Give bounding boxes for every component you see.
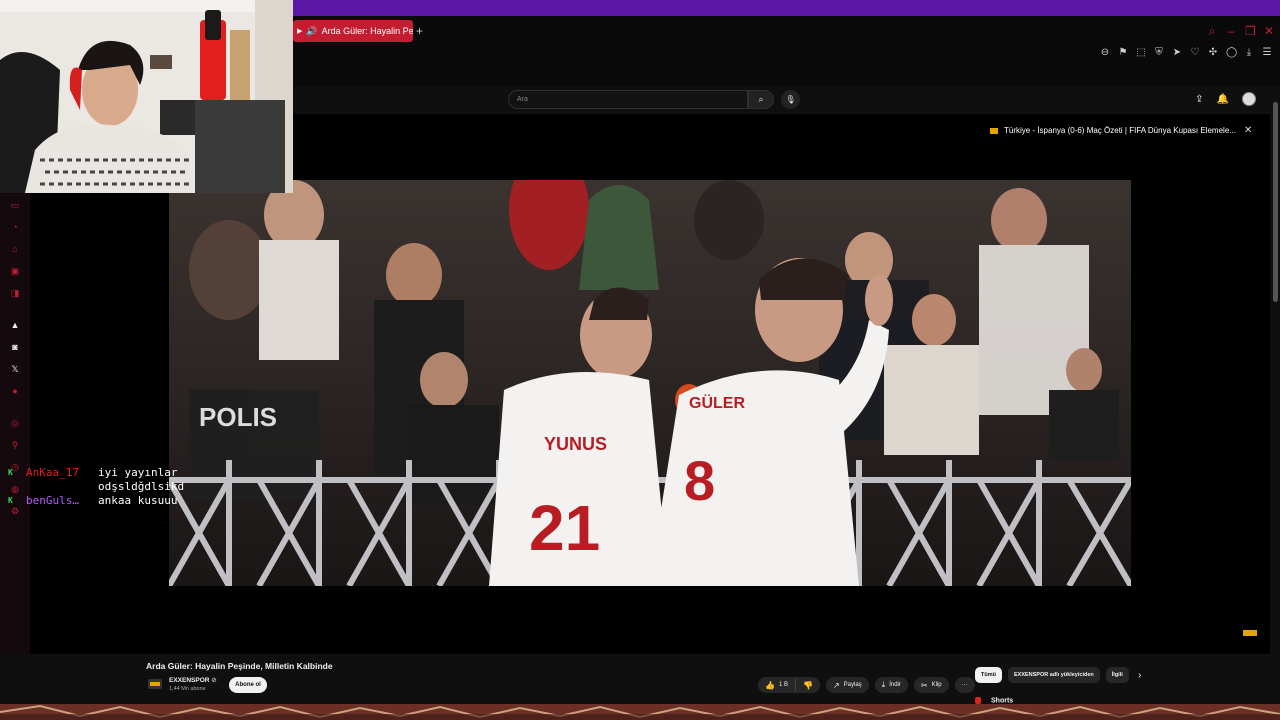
heart-icon[interactable]: ♡: [1190, 47, 1200, 61]
new-tab-button[interactable]: +: [416, 24, 423, 38]
subscriber-count: 1,44 Mn abone: [169, 686, 206, 692]
gx-corner-icon[interactable]: ◔: [9, 221, 21, 233]
thumbs-up-icon: 👍: [765, 680, 775, 690]
download-icon: ⤓: [881, 680, 886, 689]
pin-icon[interactable]: ⚲: [9, 439, 21, 451]
thumbs-down-icon: 👎: [802, 680, 813, 690]
music-icon[interactable]: ●: [9, 385, 21, 397]
webcam-scene: [0, 0, 293, 193]
channel-avatar[interactable]: [148, 679, 162, 689]
minimize-icon[interactable]: –: [1226, 24, 1236, 39]
like-dislike-group: 👍 1 B 👎: [758, 677, 820, 693]
chat-message: K AnKaa_17 iyi yayınlar: [8, 466, 184, 480]
player-icon[interactable]: ◎: [9, 417, 21, 429]
page-scrollbar[interactable]: [1272, 92, 1278, 702]
verified-icon: ⊘: [211, 677, 217, 684]
send-icon[interactable]: ➤: [1172, 47, 1182, 61]
restore-icon[interactable]: ❐: [1245, 24, 1256, 39]
svg-text:8: 8: [684, 449, 715, 512]
upload-icon[interactable]: ⇪: [1195, 94, 1203, 105]
store-icon[interactable]: ◨: [9, 287, 21, 299]
tab-youtube[interactable]: ▶ 🔊 Arda Güler: Hayalin Pe: [293, 20, 413, 42]
download-icon[interactable]: ⤓: [1244, 47, 1254, 61]
chat-text: ankaa kusuuu: [98, 494, 178, 507]
notifications-icon[interactable]: 🔔: [1217, 94, 1229, 105]
channel-name[interactable]: EXXENSPOR ⊘: [169, 676, 217, 684]
twitch-icon[interactable]: ▣: [9, 265, 21, 277]
search-icon[interactable]: ⌕: [748, 90, 774, 109]
svg-text:21: 21: [529, 492, 600, 564]
like-button[interactable]: 👍 1 B: [758, 679, 796, 691]
rug-pattern: [0, 704, 1280, 720]
shorts-icon: [975, 697, 981, 704]
chat-spacer: [8, 480, 16, 494]
stadium-scene: POLIS YUNUS 21 GÜLER 8: [169, 180, 1131, 586]
moderator-badge-icon: K: [8, 496, 13, 505]
chat-text: iyi yayınlar: [98, 466, 178, 479]
chip-all[interactable]: Tümü: [975, 667, 1002, 683]
microphone-icon[interactable]: 🎙: [781, 90, 800, 109]
subscribe-button[interactable]: Abone ol: [229, 677, 267, 693]
video-actions: 👍 1 B 👎 ↗ Paylaş ⤓ İndir ✂ Klip ···: [758, 677, 975, 693]
shield-icon[interactable]: ⛨: [1154, 47, 1164, 61]
more-actions-button[interactable]: ···: [954, 677, 975, 693]
gx-control-icon[interactable]: ▭: [9, 199, 21, 211]
avatar[interactable]: [1242, 92, 1256, 106]
webcam-rug-strip: [0, 704, 1280, 720]
scissors-icon: ✂: [920, 680, 928, 690]
scrollbar-thumb[interactable]: [1273, 102, 1278, 302]
chat-message: odşsldğdlsikd: [8, 480, 184, 494]
chevron-right-icon[interactable]: ›: [1138, 670, 1141, 681]
download-button[interactable]: ⤓ İndir: [874, 677, 908, 693]
video-title: Arda Güler: Hayalin Peşinde, Milletin Ka…: [146, 661, 333, 671]
chip-from-uploader[interactable]: EXXENSPOR adlı yükleyiciden: [1007, 667, 1100, 683]
svg-text:GÜLER: GÜLER: [689, 393, 745, 412]
video-frame[interactable]: POLIS YUNUS 21 GÜLER 8: [169, 180, 1131, 586]
header-actions: ⇪ 🔔: [1195, 92, 1256, 106]
share-button[interactable]: ↗ Paylaş: [825, 677, 869, 693]
bookmark-icon[interactable]: ⚑: [1118, 47, 1128, 61]
x-icon[interactable]: 𝕏: [9, 363, 21, 375]
chat-message: K benGuls… ankaa kusuuu: [8, 494, 184, 508]
youtube-favicon-icon: ▶: [297, 28, 303, 35]
extensions-icon[interactable]: ✣: [1208, 47, 1218, 61]
search-tabs-icon[interactable]: ⌕: [1207, 24, 1217, 39]
dislike-button[interactable]: 👎: [796, 681, 820, 690]
webcam-overlay: [0, 0, 293, 193]
chat-text: odşsldğdlsikd: [98, 480, 185, 493]
clip-button[interactable]: ✂ Klip: [913, 677, 949, 693]
moderator-badge-icon: K: [8, 468, 13, 477]
menu-icon[interactable]: ☰: [1262, 47, 1272, 61]
extension-icons: ⊖ ⚑ ⬚ ⛨ ➤ ♡ ✣ ◯ ⤓ ☰: [1100, 47, 1272, 61]
related-filter-chips: Tümü EXXENSPOR adlı yükleyiciden İlgili: [975, 667, 1129, 683]
gx-sidebar: ▭ ◔ ⌂ ▣ ◨ ▲ ◙ 𝕏 ● ◎ ⚲ ◷ ◍ ⚙ GX: [0, 193, 30, 703]
close-icon[interactable]: ✕: [1264, 24, 1274, 39]
chat-username: benGuls…: [26, 494, 79, 507]
exxen-logo-icon: [990, 127, 998, 134]
video-overlay-title: Türkiye - İspanya (0-6) Maç Özeti | FIFA…: [990, 126, 1236, 135]
chat-username: [26, 480, 98, 494]
police-text: POLIS: [199, 402, 277, 432]
twitch-badge-icon[interactable]: ◙: [9, 341, 21, 353]
snapshot-icon[interactable]: ⬚: [1136, 47, 1146, 61]
stream-chat: K AnKaa_17 iyi yayınlar odşsldğdlsikd K …: [8, 466, 184, 508]
search-input[interactable]: Ara: [508, 90, 748, 109]
window-controls: ⌕ – ❐ ✕: [1207, 24, 1274, 39]
exxen-watermark-icon: [1243, 630, 1257, 636]
chip-related[interactable]: İlgili: [1105, 667, 1129, 683]
chat-username: AnKaa_17: [26, 466, 79, 479]
share-icon: ↗: [832, 680, 840, 690]
gx-cleaner-icon[interactable]: ⌂: [9, 243, 21, 255]
overlay-close-icon[interactable]: ✕: [1244, 125, 1252, 136]
audio-playing-icon[interactable]: 🔊: [306, 26, 317, 37]
aria-icon[interactable]: ▲: [9, 319, 21, 331]
tab-title: Arda Güler: Hayalin Pe: [321, 26, 413, 36]
profile-icon[interactable]: ◯: [1226, 47, 1237, 61]
zoom-icon[interactable]: ⊖: [1100, 47, 1110, 61]
svg-text:YUNUS: YUNUS: [544, 434, 607, 454]
screen: ▶ 🔊 Arda Güler: Hayalin Pe + ⌕ – ❐ ✕ ⊖ ⚑…: [0, 0, 1280, 720]
